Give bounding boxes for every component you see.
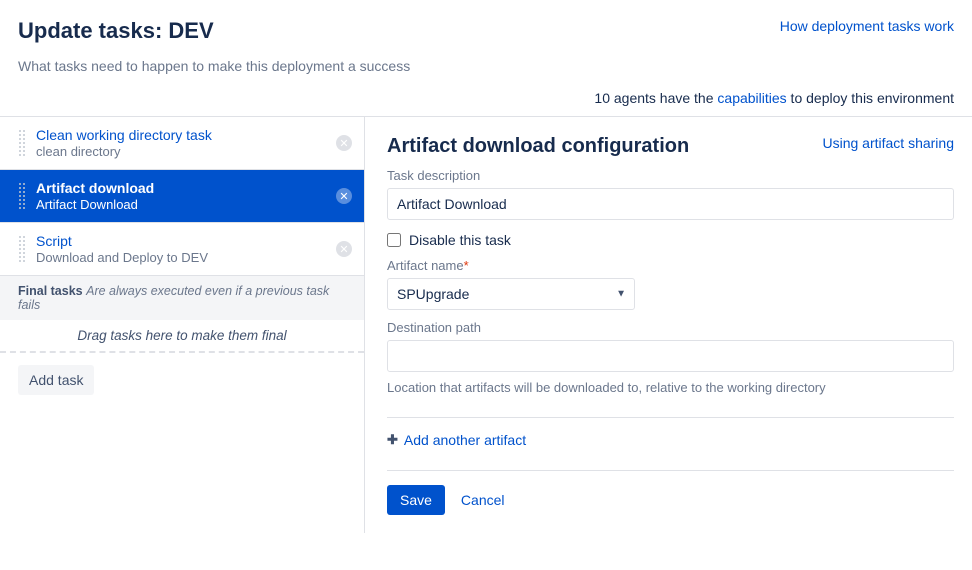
task-title: Artifact download <box>36 180 336 196</box>
save-button[interactable]: Save <box>387 485 445 515</box>
plus-icon: ✚ <box>387 432 398 448</box>
task-desc: clean directory <box>36 144 336 159</box>
delete-task-icon[interactable]: ✕ <box>336 135 352 151</box>
agent-capabilities-line: 10 agents have the capabilities to deplo… <box>0 84 972 116</box>
artifact-sharing-link[interactable]: Using artifact sharing <box>822 135 954 151</box>
cancel-link[interactable]: Cancel <box>461 492 505 508</box>
destination-path-hint: Location that artifacts will be download… <box>387 380 954 395</box>
drag-handle-icon[interactable] <box>18 235 26 263</box>
task-desc: Download and Deploy to DEV <box>36 250 336 265</box>
drag-handle-icon[interactable] <box>18 182 26 210</box>
destination-path-input[interactable] <box>387 340 954 372</box>
destination-path-label: Destination path <box>387 320 954 335</box>
task-item-script[interactable]: Script Download and Deploy to DEV ✕ <box>0 223 364 276</box>
drag-handle-icon[interactable] <box>18 129 26 157</box>
disable-task-checkbox[interactable] <box>387 233 401 247</box>
delete-task-icon[interactable]: ✕ <box>336 241 352 257</box>
artifact-name-label: Artifact name* <box>387 258 954 273</box>
task-list-sidebar: Clean working directory task clean direc… <box>0 117 365 533</box>
add-another-artifact-link[interactable]: ✚ Add another artifact <box>387 432 954 448</box>
task-item-artifact-download[interactable]: Artifact download Artifact Download ✕ <box>0 170 364 223</box>
task-description-input[interactable] <box>387 188 954 220</box>
task-desc: Artifact Download <box>36 197 336 212</box>
required-indicator: * <box>464 258 469 273</box>
config-title: Artifact download configuration <box>387 135 689 158</box>
final-tasks-dropzone[interactable]: Drag tasks here to make them final <box>0 320 364 353</box>
agent-prefix: 10 agents have the <box>594 90 717 106</box>
delete-task-icon[interactable]: ✕ <box>336 188 352 204</box>
add-another-artifact-label: Add another artifact <box>404 432 526 448</box>
page-title: Update tasks: DEV <box>18 18 214 44</box>
task-item-clean[interactable]: Clean working directory task clean direc… <box>0 117 364 170</box>
help-link[interactable]: How deployment tasks work <box>780 18 954 34</box>
task-description-label: Task description <box>387 168 954 183</box>
disable-task-label: Disable this task <box>409 232 511 248</box>
final-tasks-bar: Final tasks Are always executed even if … <box>0 276 364 320</box>
page-subtitle: What tasks need to happen to make this d… <box>18 58 954 74</box>
task-title: Clean working directory task <box>36 127 336 143</box>
add-task-button[interactable]: Add task <box>18 365 94 395</box>
artifact-name-label-text: Artifact name <box>387 258 464 273</box>
capabilities-link[interactable]: capabilities <box>717 90 786 106</box>
final-tasks-label: Final tasks <box>18 284 83 298</box>
task-title: Script <box>36 233 336 249</box>
artifact-name-select[interactable]: SPUpgrade <box>387 278 635 310</box>
agent-suffix: to deploy this environment <box>787 90 954 106</box>
config-panel: Artifact download configuration Using ar… <box>365 117 972 533</box>
